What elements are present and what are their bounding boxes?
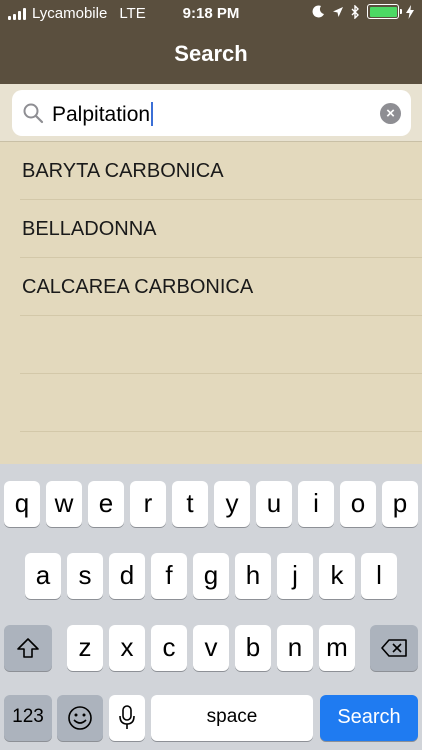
search-key[interactable]: Search: [320, 695, 418, 741]
microphone-icon: [119, 705, 135, 729]
key-i[interactable]: i: [298, 481, 334, 527]
key-o[interactable]: o: [340, 481, 376, 527]
list-item-label: BARYTA CARBONICA: [22, 160, 224, 182]
search-input[interactable]: Palpitation ×: [12, 90, 411, 136]
key-b[interactable]: b: [235, 625, 271, 671]
key-w[interactable]: w: [46, 481, 82, 527]
page-title: Search: [174, 41, 248, 66]
key-c[interactable]: c: [151, 625, 187, 671]
search-value: Palpitation: [52, 102, 154, 127]
key-k[interactable]: k: [319, 553, 355, 599]
empty-row: [0, 316, 422, 374]
key-j[interactable]: j: [277, 553, 313, 599]
numbers-key[interactable]: 123: [4, 695, 52, 741]
empty-row: [0, 374, 422, 432]
key-m[interactable]: m: [319, 625, 355, 671]
text-caret: [151, 102, 154, 126]
list-item[interactable]: BELLADONNA: [0, 200, 422, 258]
key-f[interactable]: f: [151, 553, 187, 599]
key-s[interactable]: s: [67, 553, 103, 599]
key-d[interactable]: d: [109, 553, 145, 599]
list-item-label: CALCAREA CARBONICA: [22, 276, 254, 298]
search-bar: Palpitation ×: [0, 84, 422, 142]
backspace-key[interactable]: [370, 625, 418, 671]
key-e[interactable]: e: [88, 481, 124, 527]
battery-icon: [367, 4, 402, 19]
key-v[interactable]: v: [193, 625, 229, 671]
key-h[interactable]: h: [235, 553, 271, 599]
status-bar: Lycamobile LTE 9:18 PM: [0, 0, 422, 28]
clear-icon[interactable]: ×: [380, 103, 401, 124]
status-icons: [312, 4, 414, 19]
results-list: BARYTA CARBONICA BELLADONNA CALCAREA CAR…: [0, 142, 422, 464]
bluetooth-icon: [351, 4, 359, 19]
emoji-icon: [68, 706, 92, 730]
navigation-header: Lycamobile LTE 9:18 PM Search: [0, 0, 422, 84]
key-n[interactable]: n: [277, 625, 313, 671]
shift-key[interactable]: [4, 625, 52, 671]
key-u[interactable]: u: [256, 481, 292, 527]
key-t[interactable]: t: [172, 481, 208, 527]
key-g[interactable]: g: [193, 553, 229, 599]
key-p[interactable]: p: [382, 481, 418, 527]
keyboard: q w e r t y u i o p a s d f g h j k l z …: [0, 464, 422, 750]
key-y[interactable]: y: [214, 481, 250, 527]
dictation-key[interactable]: [109, 695, 145, 741]
key-l[interactable]: l: [361, 553, 397, 599]
shift-icon: [17, 638, 39, 658]
key-q[interactable]: q: [4, 481, 40, 527]
list-item[interactable]: CALCAREA CARBONICA: [0, 258, 422, 316]
location-arrow-icon: [333, 6, 343, 17]
key-z[interactable]: z: [67, 625, 103, 671]
magnifier-icon: [23, 103, 44, 124]
list-item-label: BELLADONNA: [22, 218, 157, 240]
key-a[interactable]: a: [25, 553, 61, 599]
key-r[interactable]: r: [130, 481, 166, 527]
moon-icon: [312, 5, 324, 18]
backspace-icon: [381, 639, 407, 657]
charging-bolt-icon: [406, 4, 414, 19]
emoji-key[interactable]: [57, 695, 103, 741]
key-x[interactable]: x: [109, 625, 145, 671]
space-key[interactable]: space: [151, 695, 313, 741]
list-item[interactable]: BARYTA CARBONICA: [0, 142, 422, 200]
